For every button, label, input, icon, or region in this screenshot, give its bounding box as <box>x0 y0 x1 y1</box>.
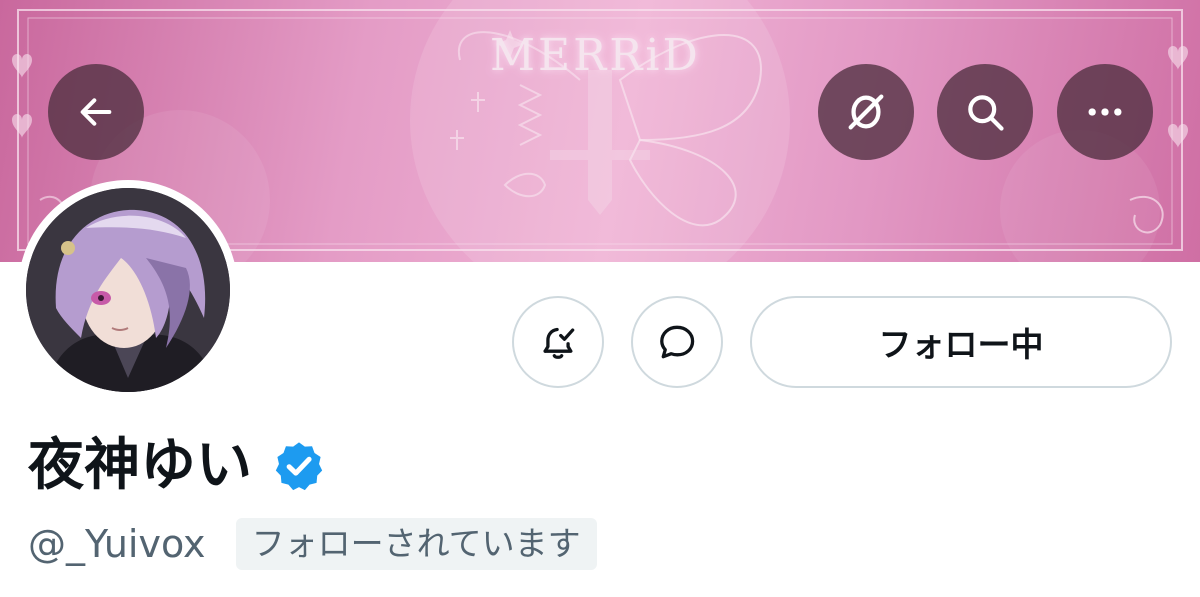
verified-badge-icon[interactable] <box>272 439 326 493</box>
notifications-button[interactable] <box>512 296 604 388</box>
username-handle: @_Yuivox <box>28 522 206 566</box>
message-button[interactable] <box>631 296 723 388</box>
arrow-left-icon <box>80 98 112 126</box>
more-horizontal-icon <box>1088 108 1122 116</box>
avatar[interactable] <box>18 180 238 400</box>
chat-bubble-icon <box>660 325 695 359</box>
follows-you-badge: フォローされています <box>235 518 597 570</box>
more-button[interactable] <box>1057 64 1153 160</box>
profile-page: MERRiD フォロー中 夜神ゆい @_Yuivox フォローされています <box>0 0 1200 597</box>
bell-check-icon <box>543 327 575 359</box>
display-name: 夜神ゆい <box>28 433 252 498</box>
following-button[interactable]: フォロー中 <box>750 296 1172 388</box>
search-icon <box>968 95 1004 131</box>
banner-logo-text: MERRiD <box>490 30 701 81</box>
translate-icon <box>848 94 884 130</box>
handle-row: @_Yuivox フォローされています <box>28 518 597 570</box>
display-name-row: 夜神ゆい <box>28 430 326 502</box>
avatar-image <box>26 188 230 392</box>
back-button[interactable] <box>48 64 144 160</box>
translate-button[interactable] <box>818 64 914 160</box>
search-button[interactable] <box>937 64 1033 160</box>
